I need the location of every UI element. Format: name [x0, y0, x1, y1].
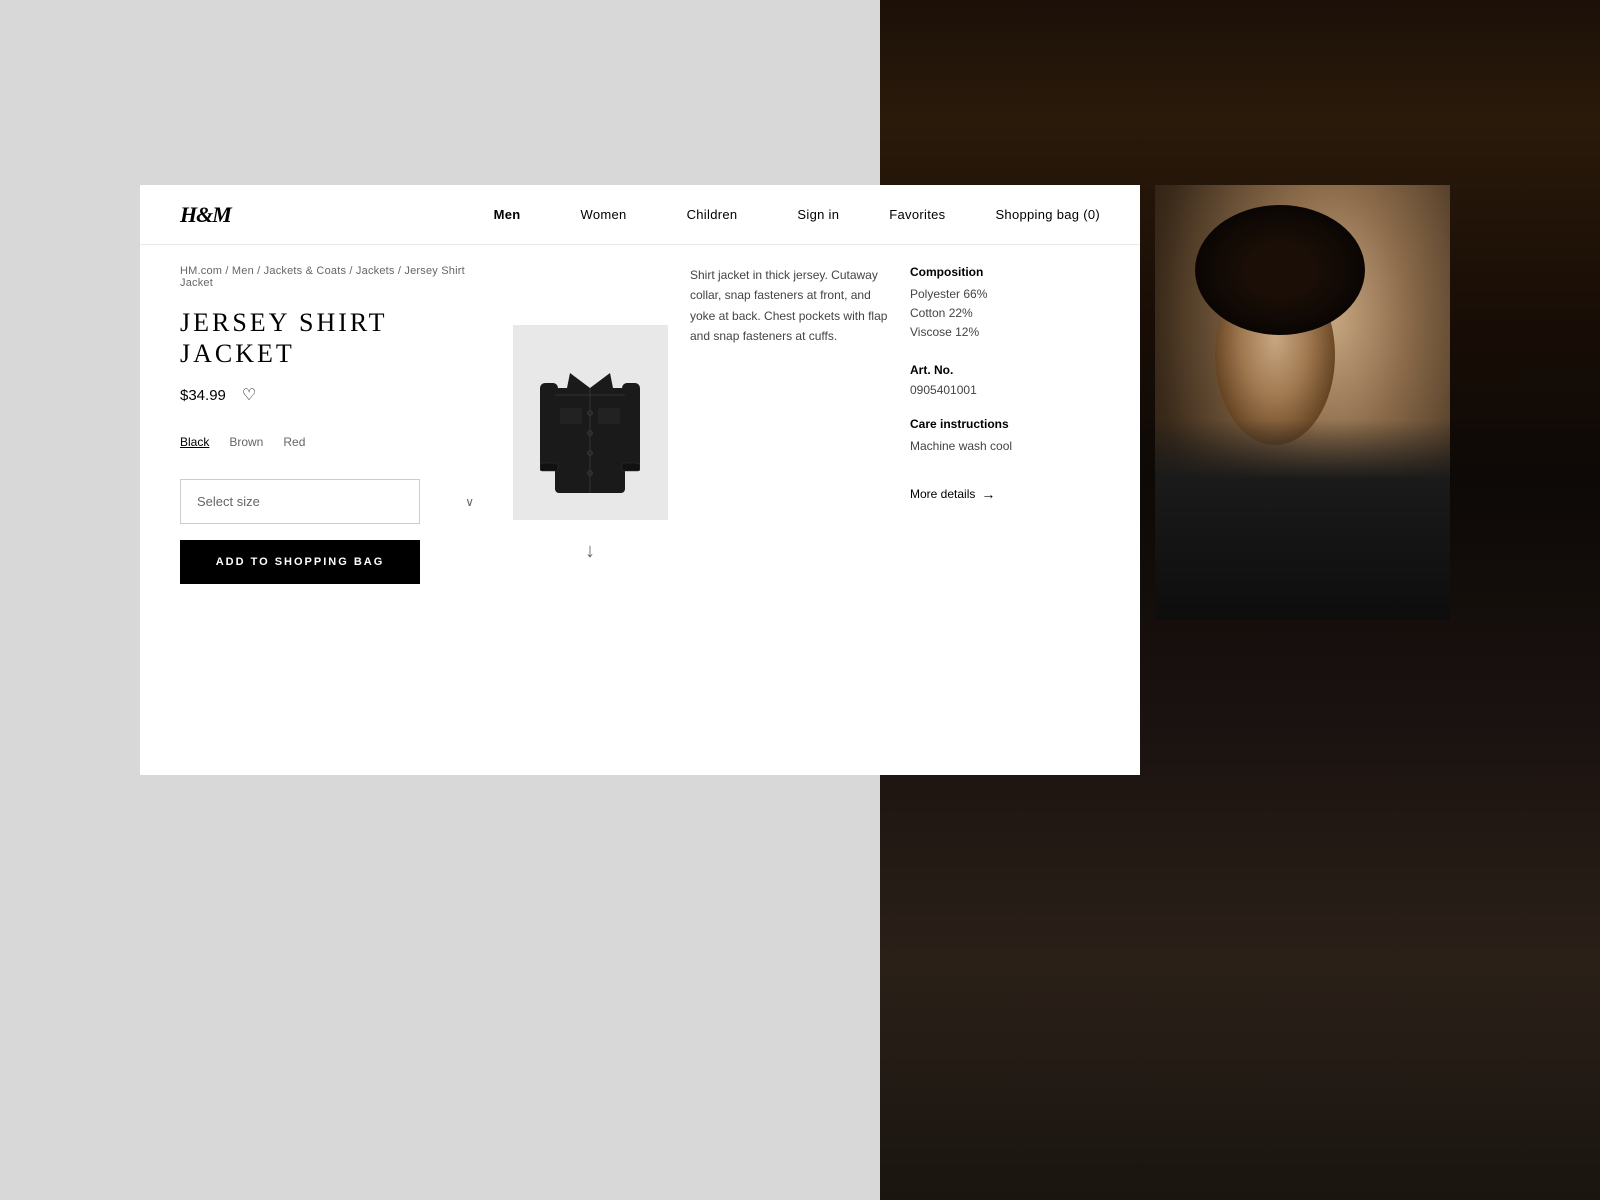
main-content-area: HM.com / Men / Jackets & Coats / Jackets… — [140, 245, 1140, 775]
color-red[interactable]: Red — [283, 435, 305, 449]
nav-item-men[interactable]: Men — [494, 207, 521, 222]
more-details-link[interactable]: More details → — [910, 486, 1100, 502]
product-description-column: Shirt jacket in thick jersey. Cutaway co… — [690, 265, 890, 755]
size-selector[interactable]: Select size XS S M L XL XXL — [180, 479, 490, 524]
composition-cotton: Cotton 22% — [910, 304, 1100, 323]
more-details-label: More details — [910, 487, 975, 501]
hm-logo[interactable]: H&M — [180, 202, 231, 228]
price-row: $34.99 ♡ — [180, 385, 490, 405]
breadcrumb: HM.com / Men / Jackets & Coats / Jackets… — [180, 265, 490, 289]
product-page-card: H&M Men Women Children Sign in Favorites… — [140, 185, 1140, 775]
wishlist-heart-icon[interactable]: ♡ — [242, 385, 256, 405]
product-title: Jersey Shirt Jacket — [180, 307, 490, 369]
care-value: Machine wash cool — [910, 437, 1100, 456]
jacket-illustration — [540, 343, 640, 503]
more-details-arrow-icon: → — [981, 486, 995, 502]
product-hero-image — [1155, 185, 1450, 620]
composition-viscose: Viscose 12% — [910, 323, 1100, 342]
care-instructions-section: Care instructions Machine wash cool — [910, 417, 1100, 456]
nav-menu: Men Women Children — [494, 207, 738, 222]
hero-model-jacket — [1155, 420, 1450, 620]
color-black[interactable]: Black — [180, 435, 209, 449]
art-number-title: Art. No. — [910, 363, 1100, 377]
product-description-text: Shirt jacket in thick jersey. Cutaway co… — [690, 265, 890, 347]
composition-section: Composition Polyester 66% Cotton 22% Vis… — [910, 265, 1100, 343]
care-title: Care instructions — [910, 417, 1100, 431]
add-to-shopping-bag-button[interactable]: ADD TO SHOPPING BAG — [180, 540, 420, 584]
composition-polyester: Polyester 66% — [910, 285, 1100, 304]
navigation-bar: H&M Men Women Children Sign in Favorites… — [140, 185, 1140, 245]
hero-model-hair — [1195, 205, 1365, 335]
color-options: Black Brown Red — [180, 435, 490, 449]
nav-sign-in[interactable]: Sign in — [797, 207, 839, 222]
product-image-column: ↓ — [490, 265, 690, 755]
composition-title: Composition — [910, 265, 1100, 279]
product-hero-img-inner — [1155, 185, 1450, 620]
product-thumbnail — [513, 325, 668, 520]
product-price: $34.99 — [180, 387, 226, 404]
scroll-down-arrow: ↓ — [585, 540, 595, 563]
nav-shopping-bag[interactable]: Shopping bag (0) — [995, 207, 1100, 222]
art-number-section: Art. No. 0905401001 — [910, 363, 1100, 397]
product-details-column: Composition Polyester 66% Cotton 22% Vis… — [890, 265, 1100, 755]
nav-right-items: Sign in Favorites Shopping bag (0) — [797, 207, 1100, 222]
nav-item-children[interactable]: Children — [687, 207, 738, 222]
art-number-value: 0905401001 — [910, 383, 1100, 397]
size-dropdown[interactable]: Select size XS S M L XL XXL — [180, 479, 420, 524]
nav-favorites[interactable]: Favorites — [889, 207, 945, 222]
color-brown[interactable]: Brown — [229, 435, 263, 449]
product-info-column: HM.com / Men / Jackets & Coats / Jackets… — [180, 265, 490, 755]
nav-item-women[interactable]: Women — [581, 207, 627, 222]
